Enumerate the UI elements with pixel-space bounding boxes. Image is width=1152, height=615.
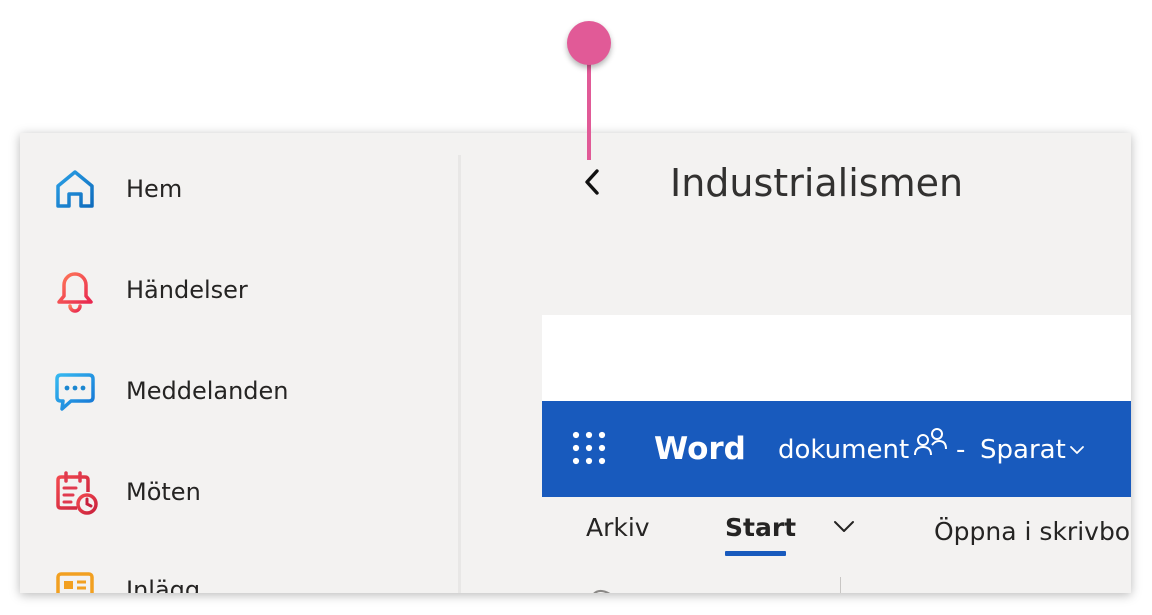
- app-window: Hem Händelser Meddelanden Möten Inlägg I…: [20, 133, 1131, 593]
- bell-icon: [50, 265, 100, 315]
- sidebar-item-moten[interactable]: Möten: [50, 467, 201, 517]
- sidebar-item-label: Meddelanden: [126, 377, 289, 405]
- sidebar-item-label: Händelser: [126, 276, 248, 304]
- ribbon-tabs: Arkiv Start Öppna i skrivbo: [542, 497, 1131, 593]
- page-title: Industrialismen: [670, 161, 964, 205]
- annotation-marker-line: [587, 60, 591, 160]
- tab-arkiv[interactable]: Arkiv: [586, 513, 650, 542]
- sidebar-item-label: Inlägg: [126, 576, 201, 593]
- sidebar-item-handelser[interactable]: Händelser: [50, 265, 248, 315]
- tab-start[interactable]: Start: [725, 513, 796, 542]
- sidebar-item-inlagg[interactable]: Inlägg: [50, 565, 200, 593]
- sidebar-item-label: Hem: [126, 175, 183, 203]
- tab-open-in-desktop[interactable]: Öppna i skrivbo: [934, 517, 1130, 546]
- word-app-bar: Word dokument - Sparat: [542, 401, 1131, 497]
- calendar-clock-icon: [50, 467, 100, 517]
- sidebar-item-hem[interactable]: Hem: [50, 164, 182, 214]
- save-status[interactable]: Sparat: [980, 435, 1066, 465]
- home-icon: [50, 164, 100, 214]
- active-tab-indicator: [725, 551, 786, 556]
- news-icon: [50, 565, 100, 593]
- document-name[interactable]: dokument: [778, 435, 909, 465]
- sidebar-nav: Hem Händelser Meddelanden Möten Inlägg: [20, 133, 458, 593]
- undo-icon[interactable]: [590, 583, 614, 593]
- back-button[interactable]: [577, 167, 607, 201]
- people-icon: [914, 427, 948, 459]
- app-name[interactable]: Word: [654, 431, 746, 467]
- annotation-marker-dot: [567, 21, 611, 65]
- ribbon-divider: [840, 577, 841, 593]
- title-separator: -: [956, 435, 966, 465]
- sidebar-item-meddelanden[interactable]: Meddelanden: [50, 366, 289, 416]
- app-launcher-icon[interactable]: [572, 431, 606, 465]
- chevron-left-icon: [582, 167, 602, 202]
- document-header-area: [542, 315, 1131, 403]
- sidebar-divider: [458, 155, 461, 593]
- chat-icon: [50, 366, 100, 416]
- chevron-down-icon[interactable]: [832, 519, 856, 535]
- sidebar-item-label: Möten: [126, 478, 201, 506]
- chevron-down-icon[interactable]: [1069, 443, 1085, 457]
